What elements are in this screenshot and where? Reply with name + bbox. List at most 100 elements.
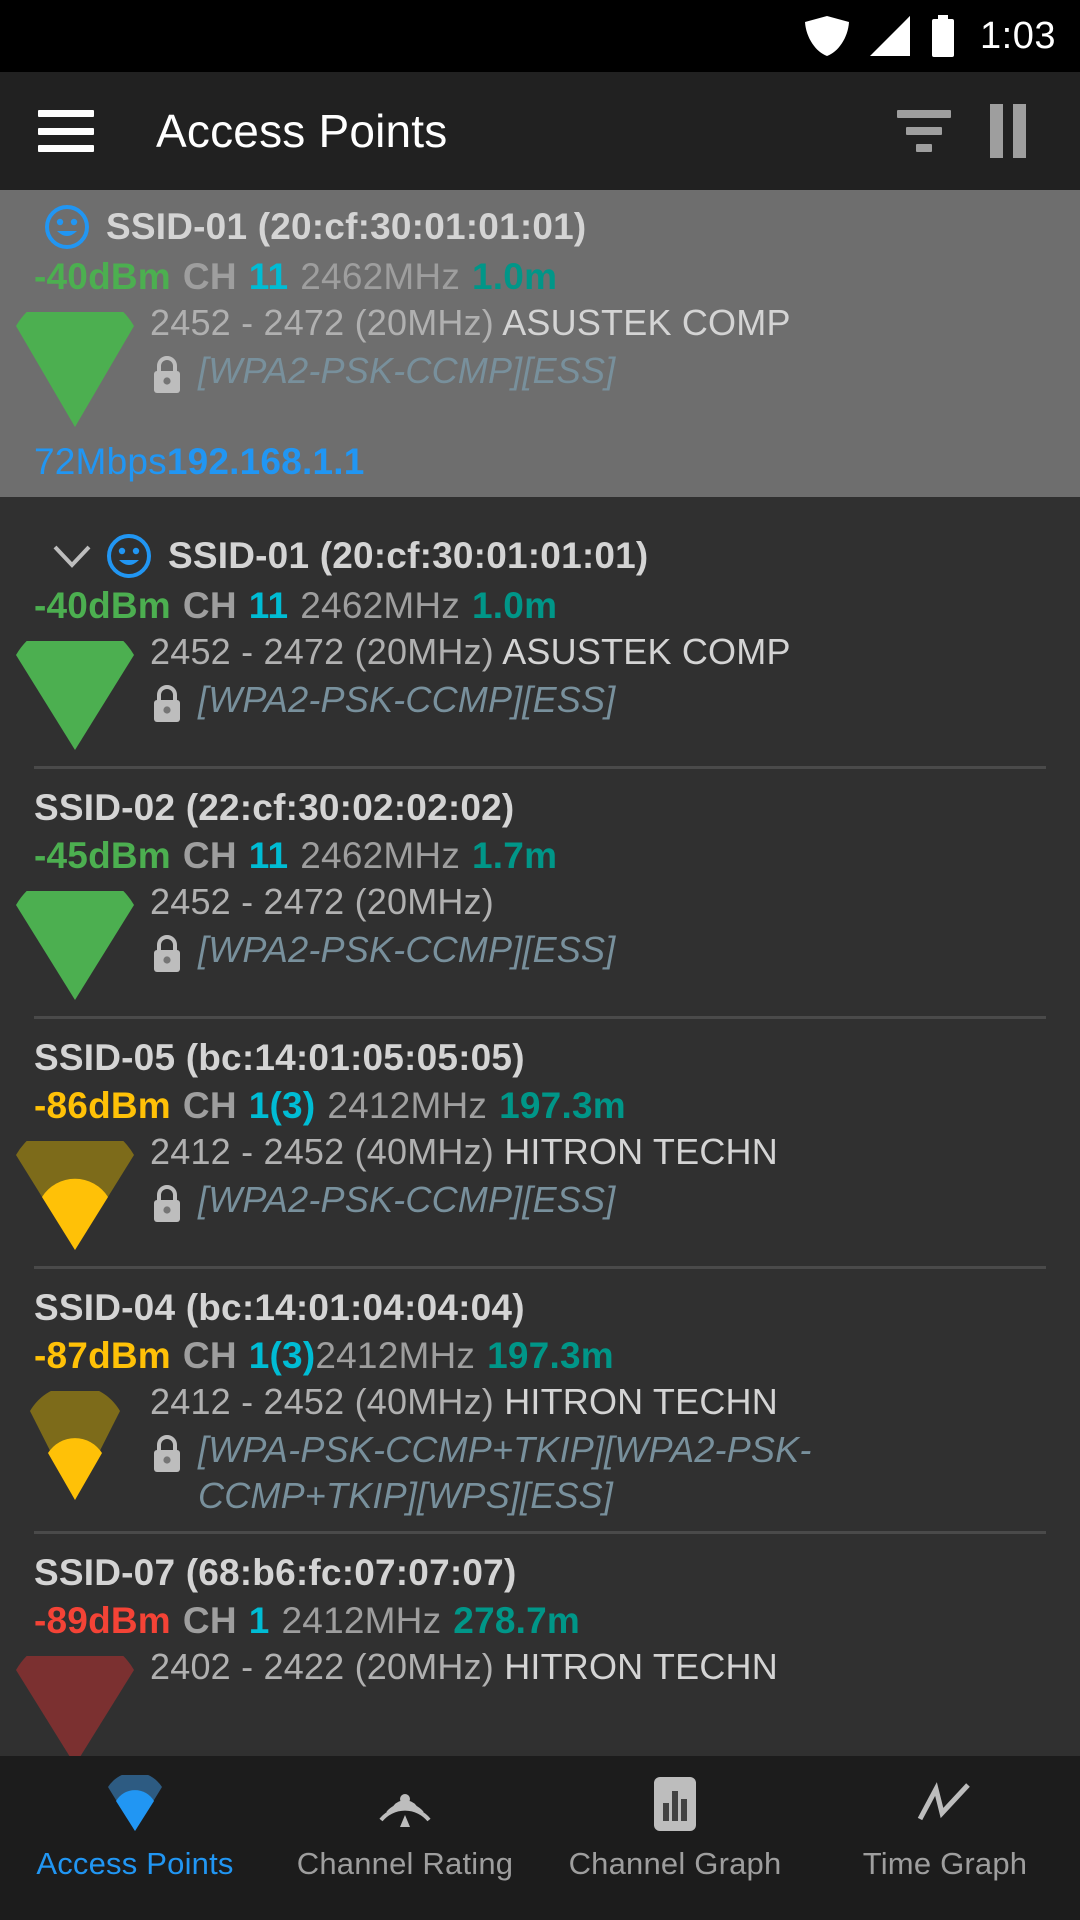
connected-access-point-card[interactable]: SSID-01 (20:cf:30:01:01:01) -40dBm CH 11 24… — [0, 190, 1080, 497]
ap-ch-label: CH — [182, 585, 237, 626]
nav-label: Channel Graph — [568, 1846, 782, 1881]
smiley-face-icon — [106, 533, 152, 579]
nav-tab-channel-rating[interactable]: Channel Rating — [270, 1774, 540, 1882]
bottom-navigation-bar: Access Points Channel Rating Channel Gra… — [0, 1756, 1080, 1920]
ap-distance: 278.7m — [453, 1600, 580, 1642]
connected-ch-label: CH — [182, 256, 237, 297]
ap-body-row: 2412 - 2452 (40MHz) HITRON TECHN [WPA-PS… — [0, 1379, 1080, 1523]
ap-frequency: 2462MHz — [300, 835, 461, 876]
list-divider — [34, 1266, 1046, 1269]
ap-signal-row: -45dBm CH 11 2462MHz 1.7m — [0, 831, 1080, 879]
nav-tab-access-points[interactable]: Access Points — [0, 1774, 270, 1882]
lock-icon — [150, 1183, 184, 1228]
ap-range-row: 2452 - 2472 (20MHz) — [150, 881, 1056, 927]
ap-distance: 1.0m — [472, 585, 558, 626]
bar-chart-icon — [652, 1774, 698, 1834]
ap-signal-row: -87dBm CH 1(3)2412MHz 197.3m — [0, 1331, 1080, 1379]
app-screen: 1:03 Access Points SSID-01 (20:cf:30:01:… — [0, 0, 1080, 1920]
ap-vendor: ASUSTEK COMP — [502, 631, 791, 672]
connected-ssid: SSID-01 (20:cf:30:01:01:01) — [106, 206, 587, 247]
ap-vendor: HITRON TECHN — [504, 1381, 778, 1422]
ap-range: 2402 - 2422 (20MHz) — [150, 1646, 494, 1688]
ap-signal-cone-wrap — [0, 1381, 150, 1508]
list-divider — [34, 766, 1046, 769]
list-item[interactable]: SSID-05 (bc:14:01:05:05:05) -86dBm CH 1(3)… — [0, 1023, 1080, 1273]
list-item[interactable]: SSID-02 (22:cf:30:02:02:02) -45dBm CH 11 24… — [0, 773, 1080, 1023]
wifi-cone-icon — [104, 1774, 166, 1834]
ap-range-row: 2412 - 2452 (40MHz) HITRON TECHN — [150, 1381, 1056, 1427]
line-chart-icon — [916, 1774, 974, 1834]
ap-frequency: 2412MHz — [315, 1335, 476, 1376]
ap-ch-label: CH — [182, 1600, 237, 1642]
ap-distance: 197.3m — [487, 1335, 614, 1376]
ap-security: [WPA-PSK-CCMP+TKIP][WPA2-PSK-CCMP+TKIP][… — [198, 1429, 812, 1517]
list-item[interactable]: SSID-04 (bc:14:01:04:04:04) -87dBm CH 1(3)… — [0, 1273, 1080, 1538]
ap-distance: 1.7m — [472, 835, 558, 876]
ap-vendor: HITRON TECHN — [504, 1131, 778, 1172]
ap-ssid: SSID-04 (bc:14:01:04:04:04) — [34, 1287, 525, 1328]
battery-icon — [930, 15, 956, 57]
connected-security: [WPA2-PSK-CCMP][ESS] — [198, 350, 616, 391]
ap-signal-cone-wrap — [0, 870, 150, 1008]
filter-button[interactable] — [882, 89, 966, 173]
page-title: Access Points — [156, 105, 448, 157]
ap-security-row: [WPA2-PSK-CCMP][ESS] — [150, 1177, 1056, 1232]
ap-body-row: 2412 - 2452 (40MHz) HITRON TECHN [WPA2-P… — [0, 1120, 1080, 1258]
signal-cone-icon — [10, 870, 140, 1008]
connected-vendor: ASUSTEK COMP — [502, 302, 791, 343]
ap-security: [WPA2-PSK-CCMP][ESS] — [198, 929, 616, 970]
ap-level: -89dBm — [34, 1600, 171, 1642]
ap-signal-row: -40dBm CH 11 2462MHz 1.0m — [0, 581, 1080, 629]
list-item[interactable]: SSID-01 (20:cf:30:01:01:01) -40dBm CH 11 24… — [0, 497, 1080, 773]
ap-distance: 197.3m — [499, 1085, 626, 1126]
ap-range: 2412 - 2452 (40MHz) — [150, 1381, 494, 1422]
lock-icon — [150, 683, 184, 728]
ap-security-row: [WPA-PSK-CCMP+TKIP][WPA2-PSK-CCMP+TKIP][… — [150, 1427, 1056, 1523]
ap-security-row: [WPA2-PSK-CCMP][ESS] — [150, 927, 1056, 982]
hamburger-menu-icon[interactable] — [38, 110, 94, 152]
connected-title-row: SSID-01 (20:cf:30:01:01:01) — [0, 200, 1080, 252]
lock-icon — [150, 354, 184, 399]
ap-level: -87dBm — [34, 1335, 171, 1376]
ap-range: 2452 - 2472 (20MHz) — [150, 631, 494, 672]
chevron-down-icon[interactable] — [44, 541, 100, 571]
ap-channel: 11 — [248, 835, 289, 876]
ap-level: -40dBm — [34, 585, 171, 626]
wifi-icon — [804, 16, 850, 56]
lock-icon — [150, 1433, 184, 1478]
connected-range-row: 2452 - 2472 (20MHz) ASUSTEK COMP — [150, 302, 1056, 348]
connected-range: 2452 - 2472 (20MHz) — [150, 302, 494, 343]
ap-channel: 1 — [248, 1600, 270, 1642]
ap-details: 2412 - 2452 (40MHz) HITRON TECHN [WPA2-P… — [150, 1131, 1080, 1232]
pause-scan-button[interactable] — [966, 89, 1050, 173]
ap-channel: 1(3) — [248, 1335, 316, 1376]
ap-ssid: SSID-02 (22:cf:30:02:02:02) — [34, 787, 515, 828]
ap-frequency: 2412MHz — [281, 1600, 442, 1642]
connected-link-speed: 72Mbps — [34, 441, 167, 482]
connected-body-row: 2452 - 2472 (20MHz) ASUSTEK COMP [WPA2-P… — [0, 291, 1080, 435]
nav-tab-channel-graph[interactable]: Channel Graph — [540, 1774, 810, 1882]
ap-body-row: 2402 - 2422 (20MHz) HITRON TECHN — [0, 1635, 1080, 1773]
ap-body-row: 2452 - 2472 (20MHz) [WPA2-PSK-CCMP][ESS] — [0, 870, 1080, 1008]
filter-icon — [897, 110, 951, 152]
list-divider — [34, 1531, 1046, 1535]
ap-ch-label: CH — [182, 835, 237, 876]
connected-distance: 1.0m — [472, 256, 558, 297]
ap-range: 2412 - 2452 (40MHz) — [150, 1131, 494, 1172]
radar-waves-icon — [376, 1774, 434, 1834]
nav-label: Channel Rating — [296, 1846, 514, 1881]
status-bar: 1:03 — [0, 0, 1080, 72]
lock-icon — [150, 933, 184, 978]
ap-range-row: 2452 - 2472 (20MHz) ASUSTEK COMP — [150, 631, 1056, 677]
ap-signal-cone-wrap — [0, 1120, 150, 1258]
connected-signal-row: -40dBm CH 11 2462MHz 1.0m — [0, 252, 1080, 300]
access-point-list[interactable]: SSID-01 (20:cf:30:01:01:01) -40dBm CH 11 24… — [0, 497, 1080, 1778]
ap-signal-row: -89dBm CH 1 2412MHz 278.7m — [0, 1596, 1080, 1644]
ap-details: 2452 - 2472 (20MHz) ASUSTEK COMP [WPA2-P… — [150, 631, 1080, 732]
nav-tab-time-graph[interactable]: Time Graph — [810, 1774, 1080, 1882]
list-item[interactable]: SSID-07 (68:b6:fc:07:07:07) -89dBm CH 1 241… — [0, 1538, 1080, 1777]
ap-frequency: 2462MHz — [300, 585, 461, 626]
ap-signal-cone-wrap — [0, 620, 150, 758]
ap-range-row: 2402 - 2422 (20MHz) HITRON TECHN — [150, 1646, 1056, 1692]
ap-channel: 1(3) — [248, 1085, 316, 1126]
